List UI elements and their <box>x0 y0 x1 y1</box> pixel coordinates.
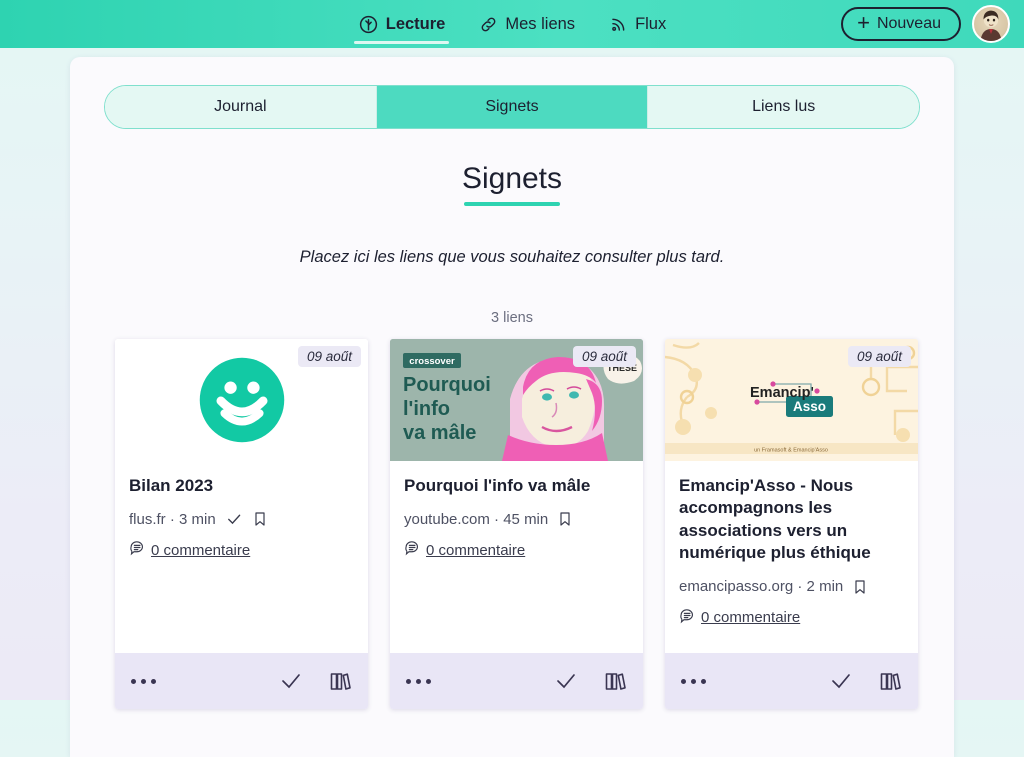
comment-link[interactable]: 0 commentaire <box>129 539 354 561</box>
tab-liens-lus[interactable]: Liens lus <box>647 86 919 128</box>
date-badge: 09 aoűt <box>847 346 911 367</box>
card-title: Bilan 2023 <box>129 476 214 495</box>
card-meta: emancipasso.org · 2 min <box>679 578 904 596</box>
card-title: Emancip'Asso - Nous accompagnons les ass… <box>679 476 871 563</box>
tab-label: Signets <box>485 98 539 115</box>
svg-text:va mâle: va mâle <box>403 422 476 444</box>
add-to-collection-icon[interactable] <box>328 669 352 693</box>
comment-icon <box>679 607 696 629</box>
card-title: Pourquoi l'info va mâle <box>404 476 591 495</box>
card-footer <box>115 653 368 709</box>
svg-text:Pourquoi: Pourquoi <box>403 374 491 396</box>
card-footer-actions <box>279 669 352 693</box>
link-icon <box>479 15 498 34</box>
plus-icon: + <box>857 10 870 35</box>
date-badge: 09 aoűt <box>297 346 361 367</box>
check-icon[interactable] <box>225 510 243 528</box>
link-card[interactable]: 09 aoűt <box>665 339 918 709</box>
card-thumbnail: 09 aoűt <box>665 339 918 461</box>
link-count: 3 liens <box>491 310 533 326</box>
card-source: emancipasso.org · 2 min <box>679 578 844 596</box>
rss-icon <box>609 15 628 34</box>
nav-item-label: Mes liens <box>505 14 576 33</box>
comment-link[interactable]: 0 commentaire <box>404 539 629 561</box>
more-options-icon[interactable] <box>406 678 431 684</box>
nav-item-flux[interactable]: Flux <box>605 0 670 48</box>
content-panel: Journal Signets Liens lus Signets Placez… <box>70 57 954 757</box>
tab-bar: Journal Signets Liens lus <box>104 85 920 129</box>
card-body: Bilan 2023 flus.fr · 3 min 0 commentaire <box>115 461 368 653</box>
card-meta: flus.fr · 3 min <box>129 510 354 528</box>
app-header: Lecture Mes liens Flux + Nouveau <box>0 0 1024 48</box>
svg-text:Asso: Asso <box>793 399 826 414</box>
bookmark-icon[interactable] <box>852 578 868 596</box>
main-navigation: Lecture Mes liens Flux <box>353 0 670 48</box>
header-actions: + Nouveau <box>841 0 1010 48</box>
comment-count: 0 commentaire <box>701 609 801 627</box>
link-card[interactable]: 09 aoűt Bilan 2023 flus.fr · 3 min 0 com… <box>115 339 368 709</box>
card-thumbnail: 09 aoűt <box>115 339 368 461</box>
new-button-label: Nouveau <box>876 15 941 32</box>
user-avatar[interactable] <box>972 5 1010 43</box>
mark-as-read-icon[interactable] <box>279 669 303 693</box>
more-options-icon[interactable] <box>131 678 156 684</box>
card-source: flus.fr · 3 min <box>129 510 216 528</box>
nav-item-lecture[interactable]: Lecture <box>353 0 450 48</box>
card-list: 09 aoűt Bilan 2023 flus.fr · 3 min 0 com… <box>115 339 954 709</box>
bookmark-icon[interactable] <box>557 510 573 528</box>
nav-item-mes-liens[interactable]: Mes liens <box>475 0 579 48</box>
comment-link[interactable]: 0 commentaire <box>679 607 904 629</box>
card-footer <box>390 653 643 709</box>
comment-icon <box>129 539 146 561</box>
card-meta: youtube.com · 45 min <box>404 510 629 528</box>
page-subtitle: Placez ici les liens que vous souhaitez … <box>299 248 725 266</box>
card-footer-actions <box>554 669 627 693</box>
nav-item-label: Flux <box>635 14 667 33</box>
add-to-collection-icon[interactable] <box>878 669 902 693</box>
comment-icon <box>404 539 421 561</box>
add-to-collection-icon[interactable] <box>603 669 627 693</box>
title-underline <box>464 202 560 206</box>
mark-as-read-icon[interactable] <box>829 669 853 693</box>
date-badge: 09 aoűt <box>572 346 636 367</box>
tab-label: Liens lus <box>752 98 816 115</box>
new-button[interactable]: + Nouveau <box>841 7 961 41</box>
page-title: Signets <box>461 162 563 195</box>
comment-count: 0 commentaire <box>426 541 526 559</box>
svg-text:l'info: l'info <box>403 398 450 420</box>
card-thumbnail: 09 aoűt <box>390 339 643 461</box>
card-source: youtube.com · 45 min <box>404 510 549 528</box>
more-options-icon[interactable] <box>681 678 706 684</box>
flus-smiley-logo <box>199 357 284 443</box>
tab-journal[interactable]: Journal <box>105 86 376 128</box>
comment-count: 0 commentaire <box>151 541 251 559</box>
svg-text:Emancip': Emancip' <box>750 385 814 401</box>
tab-signets[interactable]: Signets <box>375 86 648 128</box>
card-body: Pourquoi l'info va mâle youtube.com · 45… <box>390 461 643 653</box>
card-footer-actions <box>829 669 902 693</box>
svg-text:un Framasoft & Emancip'Asso: un Framasoft & Emancip'Asso <box>754 448 828 454</box>
card-body: Emancip'Asso - Nous accompagnons les ass… <box>665 461 918 653</box>
tab-label: Journal <box>214 98 267 115</box>
tree-circle-icon <box>358 14 379 35</box>
svg-text:crossover: crossover <box>409 356 455 367</box>
link-card[interactable]: 09 aoűt <box>390 339 643 709</box>
bookmark-icon[interactable] <box>252 510 268 528</box>
nav-item-label: Lecture <box>385 14 446 33</box>
card-footer <box>665 653 918 709</box>
mark-as-read-icon[interactable] <box>554 669 578 693</box>
